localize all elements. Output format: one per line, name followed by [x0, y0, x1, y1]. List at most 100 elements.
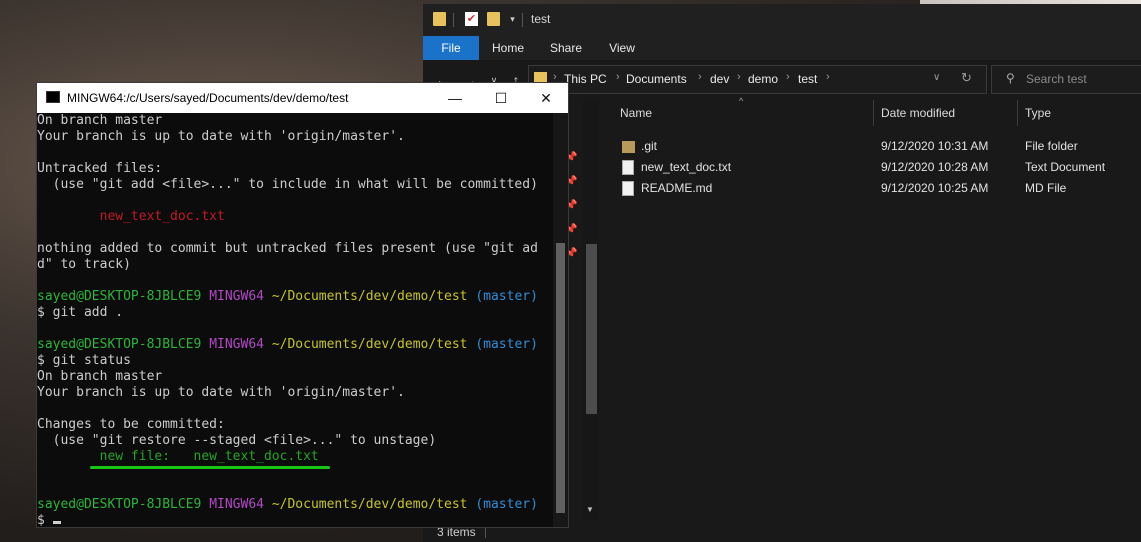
- terminal-scrollbar-thumb[interactable]: [556, 243, 565, 513]
- terminal-text: $: [37, 513, 53, 527]
- terminal-text: Changes to be committed:: [37, 417, 225, 432]
- terminal-text: $ git status: [37, 353, 131, 368]
- file-type: Text Document: [1025, 160, 1106, 174]
- navigation-scrollbar-thumb[interactable]: [586, 244, 597, 414]
- terminal-text: (master): [475, 289, 538, 304]
- terminal-line: new_text_doc.txt: [37, 209, 552, 225]
- terminal-text: (master): [475, 497, 538, 512]
- breadcrumb-separator-icon: ›: [786, 71, 790, 83]
- terminal-line: $ git add .: [37, 305, 552, 321]
- file-date: 9/12/2020 10:28 AM: [881, 160, 989, 174]
- tab-view[interactable]: View: [595, 36, 649, 60]
- search-placeholder: Search test: [1026, 72, 1087, 86]
- terminal-title-bar[interactable]: MINGW64:/c/Users/sayed/Documents/dev/dem…: [37, 83, 568, 113]
- ribbon-tabs: File Home Share View: [423, 36, 1141, 60]
- terminal-text: nothing added to commit but untracked fi…: [37, 241, 538, 256]
- terminal-text: ~/Documents/dev/demo/test: [271, 289, 476, 304]
- terminal-text: d" to track): [37, 257, 131, 272]
- breadcrumb-separator-icon: ›: [737, 71, 741, 83]
- breadcrumb-this-pc[interactable]: This PC: [564, 72, 607, 86]
- annotation-underline: [90, 466, 330, 469]
- terminal-text: Untracked files:: [37, 161, 163, 176]
- breadcrumb-dev[interactable]: dev: [710, 72, 729, 86]
- address-dropdown-icon[interactable]: ∨: [933, 72, 940, 83]
- breadcrumb-documents[interactable]: Documents: [626, 72, 687, 86]
- file-row[interactable]: new_text_doc.txt 9/12/2020 10:28 AM Text…: [600, 157, 1141, 178]
- terminal-text: MINGW64: [209, 337, 272, 352]
- column-divider[interactable]: [873, 100, 874, 126]
- terminal-text: (use "git restore --staged <file>..." to…: [37, 433, 437, 448]
- terminal-output[interactable]: On branch master Your branch is up to dat…: [37, 113, 552, 527]
- address-box[interactable]: › This PC › Documents › dev › demo › tes…: [528, 65, 987, 94]
- terminal-line: sayed@DESKTOP-8JBLCE9 MINGW64 ~/Document…: [37, 497, 552, 513]
- file-row[interactable]: .git 9/12/2020 10:31 AM File folder: [600, 136, 1141, 157]
- scroll-down-icon[interactable]: ▼: [586, 505, 594, 514]
- terminal-line: On branch master: [37, 113, 552, 129]
- terminal-text: On branch master: [37, 113, 163, 128]
- terminal-line: $ git status: [37, 353, 552, 369]
- terminal-cursor: [52, 521, 61, 524]
- file-name: .git: [641, 139, 658, 153]
- file-date: 9/12/2020 10:25 AM: [881, 181, 989, 195]
- breadcrumb-demo[interactable]: demo: [748, 72, 778, 86]
- text-file-icon: [622, 160, 634, 175]
- search-box[interactable]: ⚲ Search test: [991, 65, 1141, 94]
- terminal-text: sayed@DESKTOP-8JBLCE9: [37, 337, 210, 352]
- terminal-line: $: [37, 513, 552, 527]
- terminal-text: ~/Documents/dev/demo/test: [271, 337, 476, 352]
- explorer-title-bar: ✔ ▾ test: [423, 4, 1141, 36]
- tab-share[interactable]: Share: [539, 36, 593, 60]
- terminal-text: ~/Documents/dev/demo/test: [271, 497, 476, 512]
- terminal-text: new file: new_text_doc.txt: [37, 449, 319, 464]
- tab-file[interactable]: File: [423, 36, 479, 60]
- terminal-line: new file: new_text_doc.txt: [37, 449, 552, 465]
- terminal-title: MINGW64:/c/Users/sayed/Documents/dev/dem…: [67, 91, 349, 105]
- column-header-date-modified[interactable]: Date modified: [881, 100, 955, 126]
- breadcrumb-separator-icon: ›: [826, 71, 830, 83]
- column-header-name[interactable]: Name: [620, 100, 652, 126]
- column-header-type[interactable]: Type: [1025, 100, 1051, 126]
- properties-icon[interactable]: ✔: [465, 12, 478, 26]
- terminal-text: On branch master: [37, 369, 163, 384]
- terminal-text: Your branch is up to date with 'origin/m…: [37, 385, 405, 400]
- minimize-button[interactable]: —: [432, 83, 478, 113]
- breadcrumb-separator-icon: ›: [616, 71, 620, 83]
- sort-ascending-icon: ^: [739, 96, 744, 106]
- mingw64-terminal-window[interactable]: MINGW64:/c/Users/sayed/Documents/dev/dem…: [36, 82, 569, 528]
- terminal-line: (use "git add <file>..." to include in w…: [37, 177, 552, 193]
- customize-toolbar-icon[interactable]: ▾: [506, 12, 519, 26]
- file-list: Name ^ Date modified Type .git 9/12/2020…: [600, 96, 1141, 520]
- terminal-line: Changes to be committed:: [37, 417, 552, 433]
- terminal-line: Untracked files:: [37, 161, 552, 177]
- terminal-icon: [46, 91, 60, 103]
- maximize-button[interactable]: ☐: [478, 83, 524, 113]
- terminal-text: MINGW64: [209, 289, 272, 304]
- terminal-line: d" to track): [37, 257, 552, 273]
- column-divider[interactable]: [1017, 100, 1018, 126]
- terminal-line: (use "git restore --staged <file>..." to…: [37, 433, 552, 449]
- file-date: 9/12/2020 10:31 AM: [881, 139, 989, 153]
- tab-home[interactable]: Home: [481, 36, 535, 60]
- file-type: MD File: [1025, 181, 1067, 195]
- terminal-text: new_text_doc.txt: [37, 209, 225, 224]
- terminal-line: sayed@DESKTOP-8JBLCE9 MINGW64 ~/Document…: [37, 337, 552, 353]
- folder-icon: [622, 141, 635, 153]
- folder-icon: [433, 12, 446, 26]
- close-button[interactable]: ✕: [523, 83, 569, 113]
- breadcrumb-test[interactable]: test: [798, 72, 817, 86]
- new-folder-icon[interactable]: [487, 12, 500, 26]
- refresh-icon[interactable]: ↻: [961, 70, 972, 86]
- terminal-text: sayed@DESKTOP-8JBLCE9: [37, 497, 210, 512]
- window-title: test: [531, 12, 551, 26]
- file-row[interactable]: README.md 9/12/2020 10:25 AM MD File: [600, 178, 1141, 199]
- terminal-text: (master): [475, 337, 538, 352]
- terminal-text: sayed@DESKTOP-8JBLCE9: [37, 289, 210, 304]
- terminal-line: Your branch is up to date with 'origin/m…: [37, 129, 552, 145]
- breadcrumb-separator-icon: ›: [698, 71, 702, 83]
